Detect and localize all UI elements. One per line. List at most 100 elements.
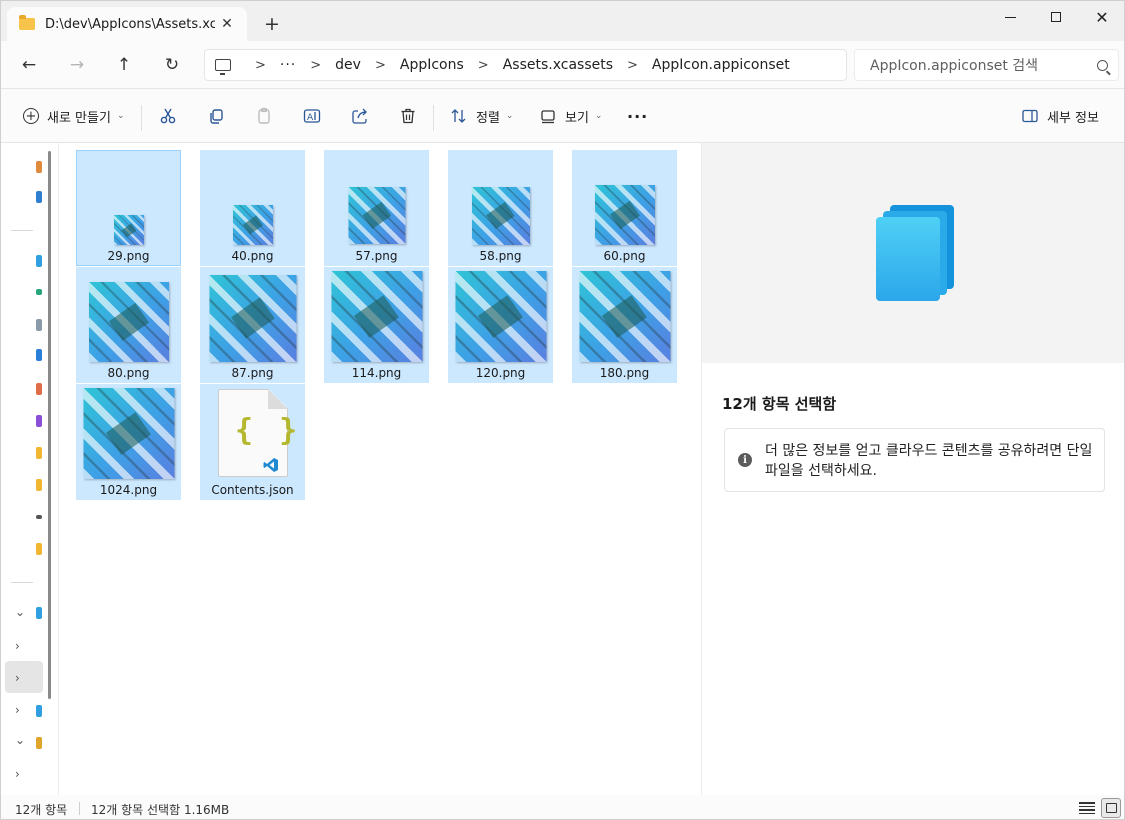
file-item[interactable]: 180.png bbox=[572, 267, 677, 383]
command-divider bbox=[141, 105, 142, 131]
file-item[interactable]: 114.png bbox=[324, 267, 429, 383]
search-input[interactable]: AppIcon.appiconset 검색 bbox=[870, 55, 1097, 75]
image-thumbnail bbox=[455, 271, 546, 362]
up-button[interactable]: ↑ bbox=[108, 51, 140, 79]
svg-text:A: A bbox=[307, 113, 314, 123]
minimize-icon bbox=[1004, 16, 1016, 18]
large-icons-view-button[interactable] bbox=[1101, 798, 1121, 818]
this-pc-icon[interactable] bbox=[215, 59, 231, 75]
cut-button[interactable] bbox=[159, 102, 177, 130]
back-button[interactable]: ← bbox=[13, 51, 45, 79]
file-name: 58.png bbox=[479, 249, 522, 263]
image-thumbnail bbox=[209, 275, 296, 362]
sort-button[interactable]: 정렬 ⌄ bbox=[450, 102, 513, 130]
rename-button[interactable]: A bbox=[303, 102, 321, 130]
file-item[interactable]: 40.png bbox=[200, 150, 305, 266]
copy-button[interactable] bbox=[207, 102, 225, 130]
search-icon bbox=[1097, 59, 1108, 71]
chevron-down-icon[interactable]: ⌄ bbox=[15, 733, 25, 747]
file-item[interactable]: 80.png bbox=[76, 267, 181, 383]
downloads-icon[interactable] bbox=[36, 289, 42, 295]
breadcrumb-dev[interactable]: dev bbox=[335, 57, 361, 73]
file-item[interactable]: 87.png bbox=[200, 267, 305, 383]
breadcrumb-assets[interactable]: Assets.xcassets bbox=[503, 57, 613, 73]
this-pc-icon[interactable] bbox=[36, 607, 42, 619]
file-item[interactable]: 58.png bbox=[448, 150, 553, 266]
paste-button[interactable] bbox=[255, 102, 273, 130]
image-thumbnail bbox=[113, 215, 144, 245]
new-tab-button[interactable]: + bbox=[259, 11, 285, 37]
new-label: 새로 만들기 bbox=[47, 110, 111, 126]
documents-icon[interactable] bbox=[36, 319, 42, 331]
rename-icon: A bbox=[303, 109, 321, 123]
info-message: i 더 많은 정보를 얻고 클라우드 콘텐츠를 공유하려면 단일 파일을 선택하… bbox=[724, 428, 1105, 492]
search-box[interactable]: AppIcon.appiconset 검색 bbox=[854, 49, 1119, 81]
gallery-icon[interactable] bbox=[36, 191, 42, 203]
minimize-button[interactable] bbox=[987, 1, 1033, 33]
file-item[interactable]: 29.png bbox=[76, 150, 181, 266]
network-icon[interactable] bbox=[36, 737, 42, 749]
delete-button[interactable] bbox=[399, 102, 417, 130]
breadcrumb-appicons[interactable]: AppIcons bbox=[400, 57, 464, 73]
folder-icon[interactable] bbox=[36, 515, 42, 519]
folder-icon[interactable] bbox=[36, 479, 42, 491]
chevron-down-icon: ⌄ bbox=[594, 111, 603, 121]
file-list[interactable]: 29.png 40.png 57.png 58.png 60.png 80.pn… bbox=[59, 143, 701, 795]
chevron-right-icon[interactable]: > bbox=[255, 58, 266, 73]
view-button[interactable]: 보기 ⌄ bbox=[539, 102, 602, 130]
share-button[interactable] bbox=[351, 102, 369, 130]
file-explorer-window: D:\dev\AppIcons\Assets.xcassets ✕ + ✕ ← … bbox=[0, 0, 1125, 820]
address-bar[interactable]: > ··· > dev > AppIcons > Assets.xcassets… bbox=[204, 49, 847, 81]
vscode-icon bbox=[263, 458, 278, 472]
maximize-button[interactable] bbox=[1033, 1, 1079, 33]
multi-file-icon bbox=[876, 217, 940, 301]
chevron-right-icon[interactable]: > bbox=[627, 58, 638, 73]
tab-title: D:\dev\AppIcons\Assets.xcassets bbox=[45, 16, 215, 32]
chevron-right-icon[interactable]: › bbox=[15, 703, 20, 717]
music-icon[interactable] bbox=[36, 383, 42, 395]
chevron-right-icon[interactable]: > bbox=[375, 58, 386, 73]
file-item[interactable]: 57.png bbox=[324, 150, 429, 266]
desktop-icon[interactable] bbox=[36, 255, 42, 267]
network-drive-icon[interactable] bbox=[36, 705, 42, 717]
file-name: 180.png bbox=[599, 366, 650, 380]
navigation-pane[interactable]: ⌄ › › › ⌄ › bbox=[1, 143, 59, 795]
chevron-right-icon[interactable]: > bbox=[478, 58, 489, 73]
chevron-down-icon[interactable]: ⌄ bbox=[15, 605, 25, 619]
folder-icon[interactable] bbox=[36, 447, 42, 459]
videos-icon[interactable] bbox=[36, 415, 42, 427]
details-label: 세부 정보 bbox=[1047, 110, 1099, 126]
folder-icon[interactable] bbox=[36, 543, 42, 555]
details-view-button[interactable] bbox=[1079, 800, 1095, 816]
chevron-right-icon: > bbox=[310, 57, 322, 73]
refresh-button[interactable]: ↻ bbox=[156, 51, 188, 79]
file-item[interactable]: 1024.png bbox=[76, 384, 181, 500]
home-icon[interactable] bbox=[36, 161, 42, 173]
forward-button[interactable]: → bbox=[61, 51, 93, 79]
paste-icon bbox=[258, 107, 270, 124]
chevron-right-icon[interactable]: › bbox=[15, 671, 20, 685]
breadcrumb-appiconset[interactable]: AppIcon.appiconset bbox=[652, 57, 790, 73]
chevron-right-icon[interactable]: › bbox=[15, 639, 20, 653]
close-window-button[interactable]: ✕ bbox=[1079, 1, 1124, 33]
command-bar: + 새로 만들기 ⌄ A 정렬 ⌄ 보기 ⌄ ··· 세부 정보 bbox=[1, 89, 1124, 143]
selection-summary: 12개 항목 선택함 1.16MB bbox=[91, 803, 230, 817]
file-item[interactable]: { } Contents.json bbox=[200, 384, 305, 500]
sidebar-scrollbar[interactable] bbox=[48, 151, 51, 699]
details-pane-icon bbox=[1022, 109, 1038, 123]
tab-close-button[interactable]: ✕ bbox=[215, 12, 239, 36]
file-name: 114.png bbox=[351, 366, 402, 380]
file-item[interactable]: 120.png bbox=[448, 267, 553, 383]
sidebar-item-selected[interactable] bbox=[5, 661, 43, 693]
tab-current-folder[interactable]: D:\dev\AppIcons\Assets.xcassets ✕ bbox=[7, 7, 247, 41]
chevron-right-icon[interactable]: › bbox=[15, 767, 20, 781]
new-button[interactable]: + 새로 만들기 ⌄ bbox=[23, 102, 124, 130]
status-bar: 12개 항목 12개 항목 선택함 1.16MB bbox=[1, 795, 1124, 819]
details-pane-button[interactable]: 세부 정보 bbox=[1021, 102, 1099, 130]
image-thumbnail bbox=[594, 185, 655, 245]
breadcrumb-overflow-button[interactable]: ··· bbox=[280, 57, 296, 73]
pictures-icon[interactable] bbox=[36, 349, 42, 361]
file-name: 40.png bbox=[231, 249, 274, 263]
file-item[interactable]: 60.png bbox=[572, 150, 677, 266]
see-more-button[interactable]: ··· bbox=[627, 102, 648, 130]
